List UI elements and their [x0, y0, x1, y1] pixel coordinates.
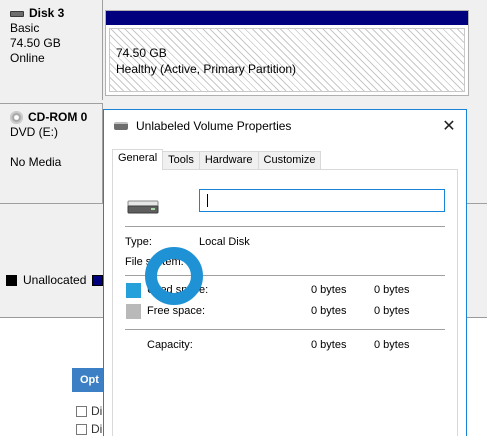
- cdrom-name-row: CD-ROM 0: [10, 110, 102, 125]
- option-label: Di: [91, 422, 103, 436]
- dialog-title: Unlabeled Volume Properties: [136, 118, 292, 133]
- capacity-label: Capacity:: [147, 339, 193, 351]
- close-button[interactable]: ✕: [438, 116, 460, 136]
- type-value: Local Disk: [199, 236, 250, 248]
- checkbox[interactable]: [76, 423, 87, 435]
- tab-strip: General Tools Hardware Customize: [112, 149, 322, 170]
- hard-drive-icon: [127, 200, 159, 214]
- close-icon: ✕: [442, 118, 456, 135]
- disk3-name: Disk 3: [29, 6, 65, 20]
- volume-name-input[interactable]: [199, 189, 445, 212]
- partition-body: 74.50 GB Healthy (Active, Primary Partit…: [109, 28, 465, 92]
- legend-swatch-unallocated: [6, 274, 17, 286]
- loading-ring-icon: [145, 247, 203, 305]
- tab-general[interactable]: General: [112, 149, 164, 170]
- option-checkbox-row[interactable]: Di: [76, 422, 102, 436]
- cdrom-status: No Media: [10, 155, 62, 169]
- tab-tools[interactable]: Tools: [162, 151, 200, 170]
- partition-status: Healthy (Active, Primary Partition): [116, 62, 297, 76]
- tab-hardware[interactable]: Hardware: [198, 151, 259, 170]
- cdrom-name: CD-ROM 0: [28, 110, 88, 124]
- separator: [125, 226, 445, 227]
- cdrom-info[interactable]: CD-ROM 0 DVD (E:) No Media: [0, 103, 103, 203]
- options-button[interactable]: Opt: [72, 368, 106, 392]
- used-space-bytes: 0 bytes: [311, 284, 347, 296]
- free-space-bytes: 0 bytes: [311, 305, 347, 317]
- cdrom-type: DVD (E:): [10, 125, 58, 139]
- separator: [125, 329, 445, 330]
- disk3-name-row: Disk 3: [10, 6, 102, 21]
- partition-header-bar: [106, 11, 468, 25]
- disk3-size: 74.50 GB: [10, 36, 61, 50]
- free-space-size: 0 bytes: [374, 305, 410, 317]
- disk3-partition[interactable]: 74.50 GB Healthy (Active, Primary Partit…: [105, 10, 469, 96]
- disk3-status: Online: [10, 51, 45, 65]
- tab-customize[interactable]: Customize: [257, 151, 322, 170]
- option-label: Di: [91, 404, 103, 418]
- legend-label-unallocated: Unallocated: [23, 273, 87, 287]
- dialog-titlebar[interactable]: Unlabeled Volume Properties: [104, 110, 466, 141]
- type-label: Type:: [125, 236, 152, 248]
- used-space-swatch: [126, 283, 141, 298]
- free-space-label: Free space:: [147, 305, 206, 317]
- free-space-swatch: [126, 304, 141, 319]
- option-checkbox-row[interactable]: Di: [76, 404, 102, 418]
- disk3-info[interactable]: Disk 3 Basic 74.50 GB Online: [0, 0, 103, 100]
- drive-icon: [114, 121, 128, 130]
- partition-size: 74.50 GB: [116, 46, 167, 60]
- capacity-size: 0 bytes: [374, 339, 410, 351]
- hard-disk-icon: [10, 10, 24, 17]
- used-space-size: 0 bytes: [374, 284, 410, 296]
- capacity-bytes: 0 bytes: [311, 339, 347, 351]
- disk3-type: Basic: [10, 21, 40, 35]
- text-caret: [207, 194, 208, 207]
- checkbox[interactable]: [76, 405, 87, 417]
- legend-swatch-primary: [92, 274, 104, 286]
- cd-drive-icon: [10, 111, 23, 124]
